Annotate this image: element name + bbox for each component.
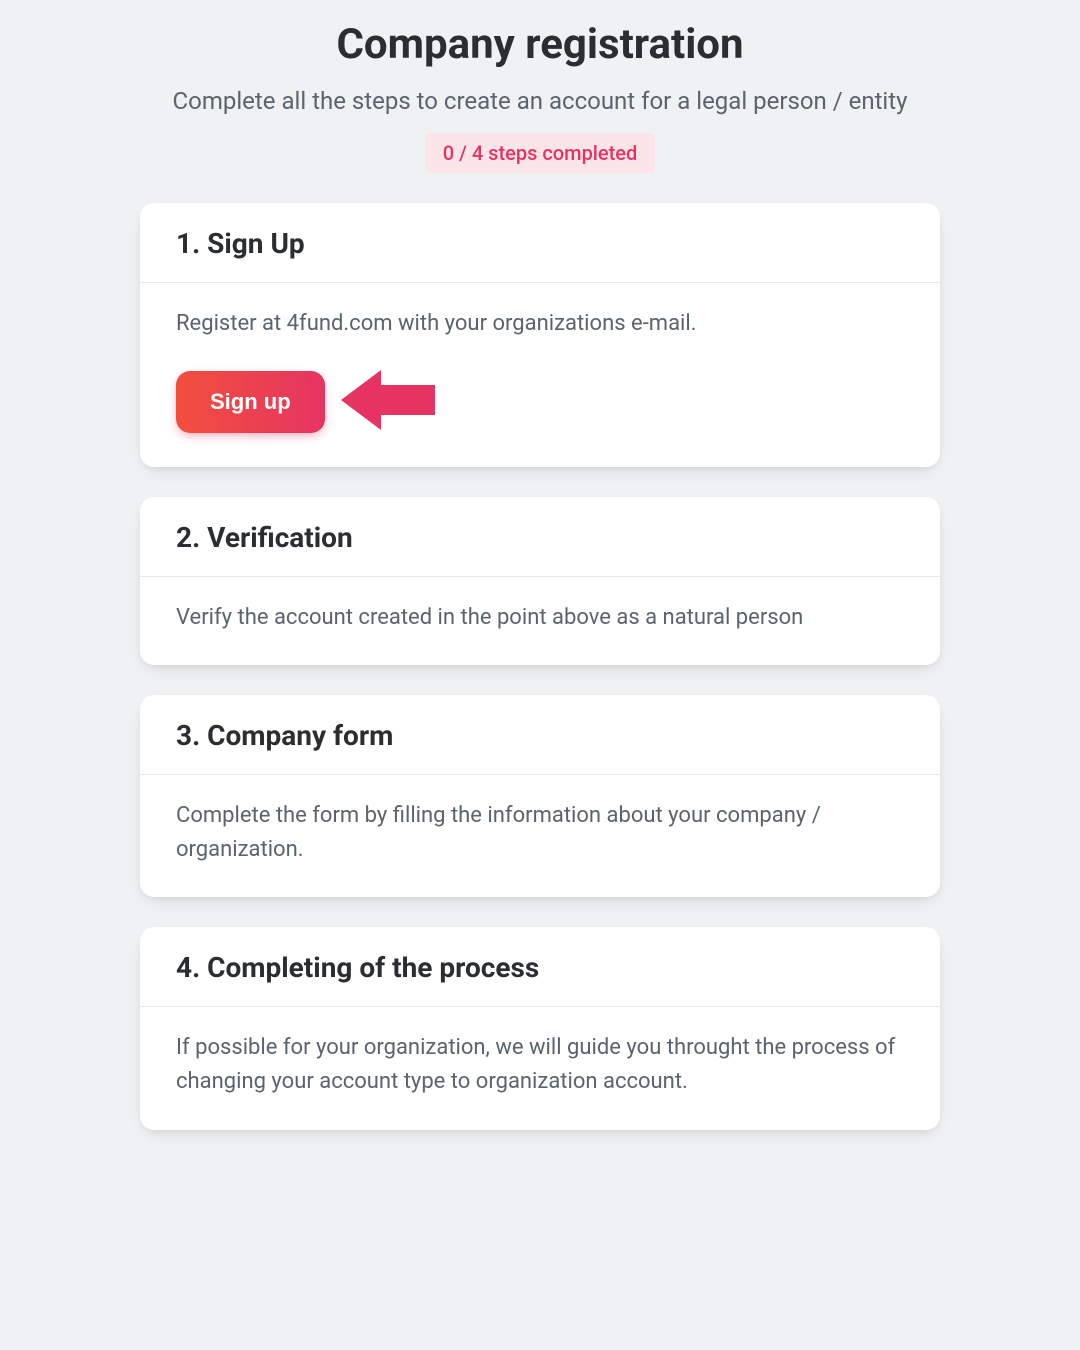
- step-title: 1. Sign Up: [140, 203, 940, 283]
- step-card-completing: 4. Completing of the process If possible…: [140, 927, 940, 1129]
- progress-badge: 0 / 4 steps completed: [425, 133, 656, 173]
- page-subtitle: Complete all the steps to create an acco…: [0, 87, 1080, 115]
- page-title: Company registration: [0, 20, 1080, 69]
- pointer-arrow-icon: [341, 367, 435, 437]
- step-card-verification: 2. Verification Verify the account creat…: [140, 497, 940, 665]
- step-card-signup: 1. Sign Up Register at 4fund.com with yo…: [140, 203, 940, 467]
- step-title: 3. Company form: [140, 695, 940, 775]
- step-description: Complete the form by filling the informa…: [176, 799, 904, 867]
- step-description: If possible for your organization, we wi…: [176, 1031, 904, 1099]
- step-description: Verify the account created in the point …: [176, 601, 904, 635]
- step-card-company-form: 3. Company form Complete the form by fil…: [140, 695, 940, 897]
- step-title: 4. Completing of the process: [140, 927, 940, 1007]
- step-description: Register at 4fund.com with your organiza…: [176, 307, 904, 341]
- sign-up-button[interactable]: Sign up: [176, 371, 325, 433]
- step-title: 2. Verification: [140, 497, 940, 577]
